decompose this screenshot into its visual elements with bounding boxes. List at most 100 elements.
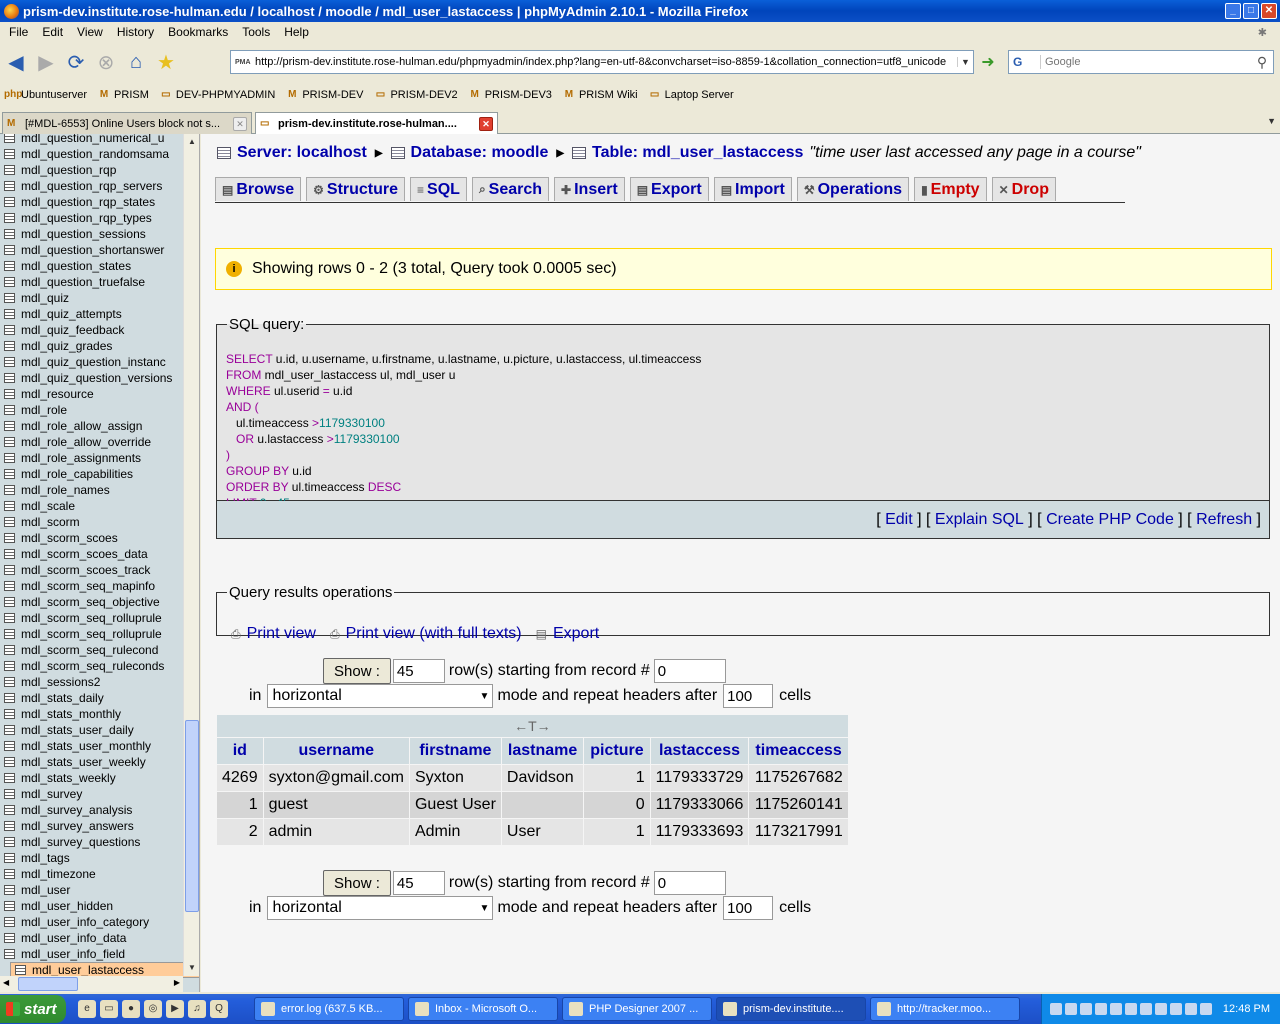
sidebar-table-item[interactable]: mdl_scorm_seq_objective	[4, 594, 182, 610]
sidebar-table-item[interactable]: mdl_question_sessions	[4, 226, 182, 242]
table-icon[interactable]	[4, 437, 15, 447]
table-icon[interactable]	[4, 325, 15, 335]
start-record-input[interactable]	[653, 659, 726, 683]
itunes-icon[interactable]: ♫	[188, 1000, 206, 1018]
sidebar-table-item[interactable]: mdl_quiz_feedback	[4, 322, 182, 338]
desktop-icon[interactable]: ▭	[100, 1000, 118, 1018]
tab-operations[interactable]: ⚒ Operations	[796, 177, 910, 201]
create-php-code-link[interactable]: Create PHP Code	[1046, 511, 1174, 529]
table-icon[interactable]	[4, 709, 15, 719]
sidebar-table-item[interactable]: mdl_question_truefalse	[4, 274, 182, 290]
sidebar-table-item[interactable]: mdl_scorm	[4, 514, 182, 530]
bookmark-item[interactable]: M PRISM	[97, 89, 149, 101]
sidebar-table-item[interactable]: mdl_role_allow_assign	[4, 418, 182, 434]
column-arrows[interactable]: ←T→	[217, 715, 848, 737]
sidebar-table-item[interactable]: mdl_role_allow_override	[4, 434, 182, 450]
bookmark-star-icon[interactable]: ★	[154, 50, 178, 74]
table-icon[interactable]	[4, 549, 15, 559]
table-icon[interactable]	[4, 149, 15, 159]
sidebar-table-item[interactable]: mdl_stats_user_weekly	[4, 754, 182, 770]
sidebar-table-item[interactable]: mdl_question_rqp_types	[4, 210, 182, 226]
taskbar-item[interactable]: error.log (637.5 KB...	[254, 997, 404, 1021]
column-header-picture[interactable]: picture	[584, 738, 650, 764]
sidebar-table-item[interactable]: mdl_tags	[4, 850, 182, 866]
sidebar-table-item[interactable]: mdl_user_hidden	[4, 898, 182, 914]
taskbar-item[interactable]: PHP Designer 2007 ...	[562, 997, 712, 1021]
menu-file[interactable]: File	[2, 25, 35, 39]
repeat-headers-input[interactable]	[723, 684, 774, 708]
tab-search[interactable]: ⌕ Search	[471, 177, 550, 201]
table-row[interactable]: 2 admin Admin User 1 1179333693 1173217991	[217, 819, 848, 845]
sidebar-table-item[interactable]: mdl_survey_questions	[4, 834, 182, 850]
table-icon[interactable]	[4, 613, 15, 623]
menu-history[interactable]: History	[110, 25, 161, 39]
table-icon[interactable]	[4, 805, 15, 815]
sidebar-table-item[interactable]: mdl_user_info_data	[4, 930, 182, 946]
ie-icon[interactable]: e	[78, 1000, 96, 1018]
table-icon[interactable]	[4, 917, 15, 927]
table-icon[interactable]	[4, 789, 15, 799]
tray-icon[interactable]	[1094, 1003, 1107, 1015]
sidebar-table-item[interactable]: mdl_scorm_seq_rulecond	[4, 642, 182, 658]
table-icon[interactable]	[4, 773, 15, 783]
table-icon[interactable]	[4, 533, 15, 543]
search-engine-icon[interactable]: G	[1009, 55, 1041, 69]
table-icon[interactable]	[4, 853, 15, 863]
search-input[interactable]	[1041, 52, 1251, 72]
start-record-input[interactable]	[653, 871, 726, 895]
breadcrumb-database[interactable]: Database: moodle	[411, 144, 549, 162]
forward-icon[interactable]: ▶	[34, 50, 58, 74]
home-icon[interactable]: ⌂	[124, 50, 148, 74]
sidebar-table-item[interactable]: mdl_survey_analysis	[4, 802, 182, 818]
bookmark-item[interactable]: ▭ PRISM-DEV2	[373, 89, 458, 101]
table-icon[interactable]	[4, 629, 15, 639]
sidebar-table-item[interactable]: mdl_scorm_seq_mapinfo	[4, 578, 182, 594]
bookmark-item[interactable]: ▭ DEV-PHPMYADMIN	[159, 89, 275, 101]
tray-icon[interactable]	[1124, 1003, 1137, 1015]
table-icon[interactable]	[4, 677, 15, 687]
tab-browse[interactable]: ▤ Browse	[215, 177, 302, 201]
maximize-button[interactable]: □	[1243, 3, 1259, 19]
sidebar-table-item[interactable]: mdl_scorm_seq_rolluprule	[4, 610, 182, 626]
tray-icon[interactable]	[1139, 1003, 1152, 1015]
close-button[interactable]: ✕	[1261, 3, 1277, 19]
table-icon[interactable]	[4, 501, 15, 511]
tab-structure[interactable]: ⚙ Structure	[306, 177, 406, 201]
table-icon[interactable]	[4, 661, 15, 671]
table-icon[interactable]	[4, 645, 15, 655]
sidebar-table-item[interactable]: mdl_question_numerical_u	[4, 134, 182, 146]
table-icon[interactable]	[4, 453, 15, 463]
scroll-thumb[interactable]	[18, 977, 78, 991]
sidebar-table-item[interactable]: mdl_stats_user_daily	[4, 722, 182, 738]
table-icon[interactable]	[4, 469, 15, 479]
app-icon[interactable]: ◎	[144, 1000, 162, 1018]
tab-export[interactable]: ▤ Export	[629, 177, 709, 201]
table-icon[interactable]	[15, 965, 26, 975]
sidebar-table-item[interactable]: mdl_survey_answers	[4, 818, 182, 834]
sidebar-table-item[interactable]: mdl_user_info_category	[4, 914, 182, 930]
table-row[interactable]: 4269 syxton@gmail.com Syxton Davidson 1 11793…	[217, 765, 848, 791]
table-icon[interactable]	[4, 821, 15, 831]
taskbar-item[interactable]: http://tracker.moo...	[870, 997, 1020, 1021]
table-icon[interactable]	[4, 837, 15, 847]
menu-help[interactable]: Help	[277, 25, 316, 39]
table-icon[interactable]	[4, 229, 15, 239]
tab-import[interactable]: ▤ Import	[713, 177, 792, 201]
repeat-headers-input[interactable]	[723, 896, 774, 920]
table-icon[interactable]	[4, 213, 15, 223]
table-icon[interactable]	[4, 901, 15, 911]
sidebar-table-item[interactable]: mdl_stats_daily	[4, 690, 182, 706]
sidebar-table-item[interactable]: mdl_survey	[4, 786, 182, 802]
menu-view[interactable]: View	[70, 25, 110, 39]
table-icon[interactable]	[4, 693, 15, 703]
show-button[interactable]: Show :	[323, 658, 391, 684]
sidebar-table-item[interactable]: mdl_resource	[4, 386, 182, 402]
print-view-full-link[interactable]: ⎙ Print view (with full texts)	[330, 625, 522, 643]
sidebar-table-item[interactable]: mdl_scorm_scoes_data	[4, 546, 182, 562]
table-icon[interactable]	[4, 277, 15, 287]
table-icon[interactable]	[4, 405, 15, 415]
table-icon[interactable]	[4, 373, 15, 383]
table-icon[interactable]	[4, 565, 15, 575]
tray-icon[interactable]	[1154, 1003, 1167, 1015]
sidebar-table-item[interactable]: mdl_scorm_seq_rolluprule	[4, 626, 182, 642]
